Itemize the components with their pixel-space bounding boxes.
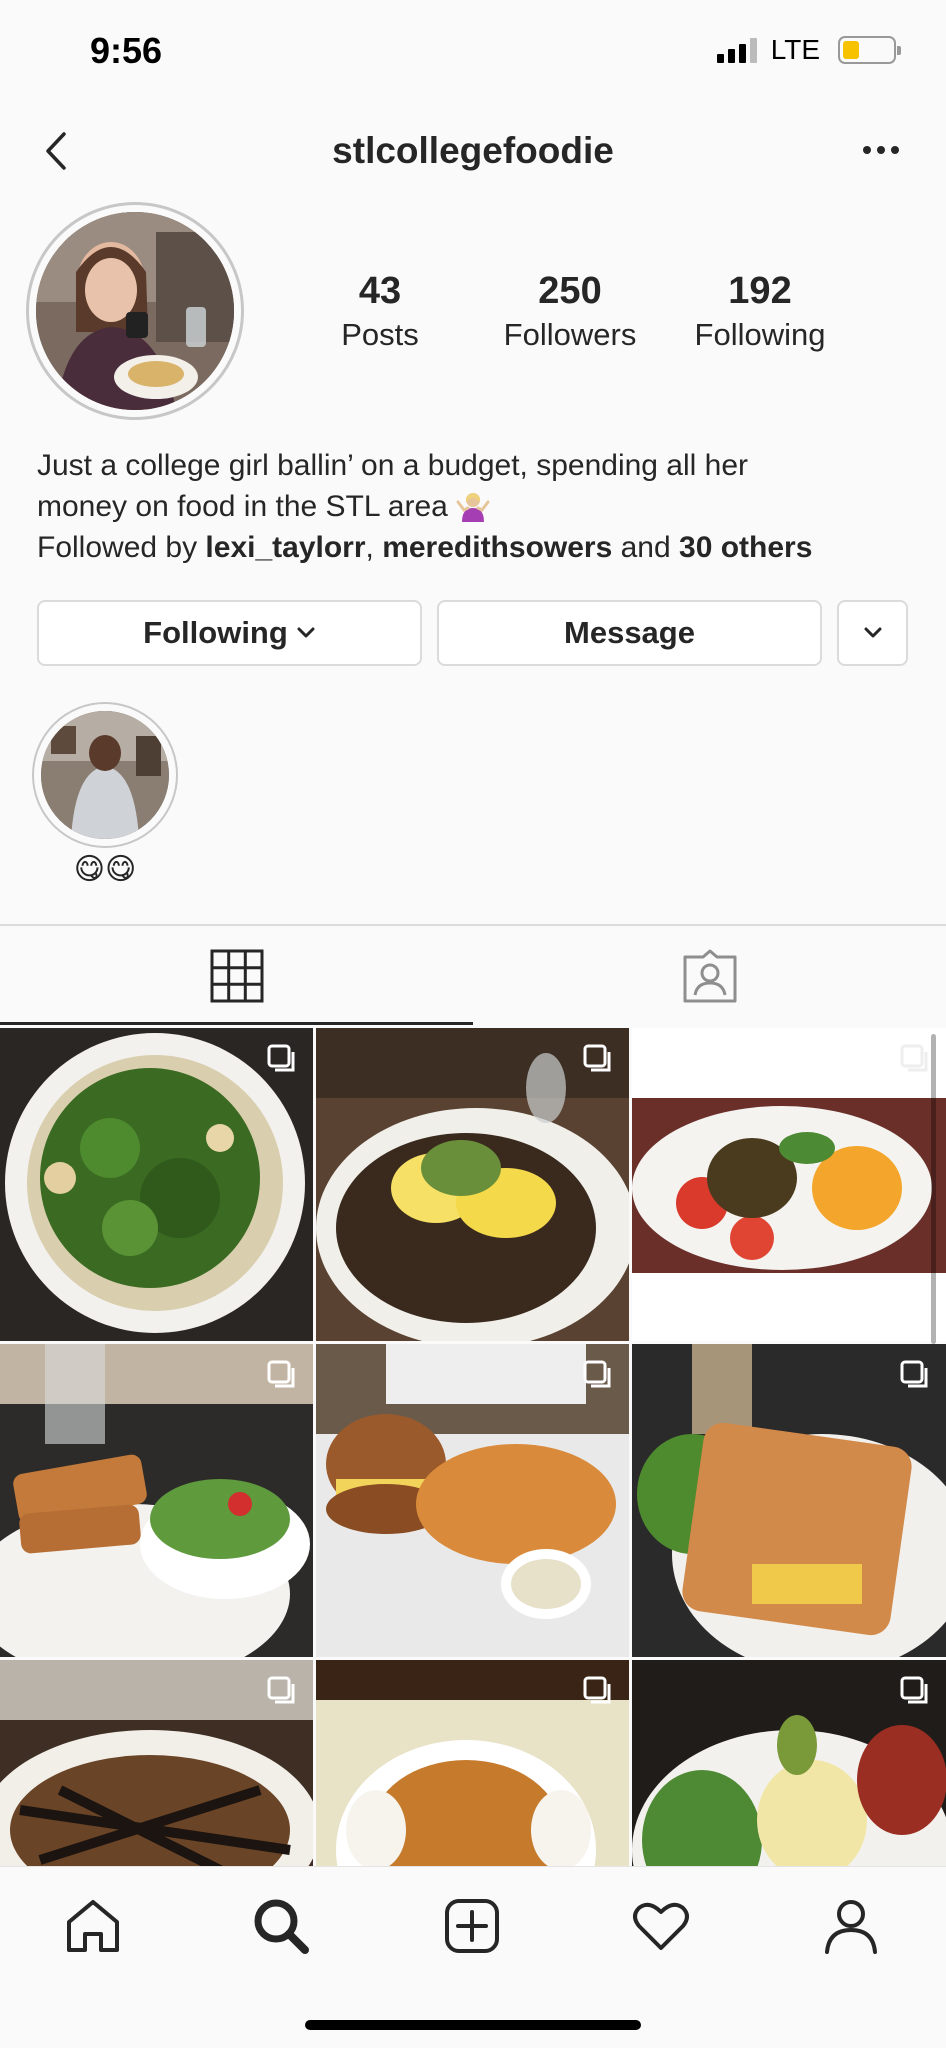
post-thumbnail[interactable]: [632, 1344, 946, 1657]
multiple-photos-icon: [583, 1360, 611, 1388]
more-options-button[interactable]: [856, 130, 906, 170]
multiple-photos-icon: [900, 1676, 928, 1704]
multiple-photos-icon: [267, 1044, 295, 1072]
search-icon: [254, 1899, 309, 1954]
highlight-image: [41, 711, 169, 839]
active-tab-indicator: [0, 1022, 473, 1025]
followed-user-2[interactable]: meredithsowers: [382, 531, 612, 564]
avatar-image: [36, 212, 234, 410]
suggested-dropdown-button[interactable]: [837, 600, 908, 666]
stat-value: 43: [358, 270, 402, 312]
more-dot: [877, 146, 885, 154]
multiple-photos-icon: [583, 1044, 611, 1072]
multiple-photos-icon: [900, 1044, 928, 1072]
profile-stats: 43 Posts 250 Followers 192 Following: [290, 270, 850, 353]
multiple-photos-icon: [267, 1676, 295, 1704]
stat-following[interactable]: 192 Following: [670, 270, 850, 353]
more-dot: [891, 146, 899, 154]
battery-fill: [843, 41, 859, 59]
signal-icon: [716, 37, 757, 63]
bio-line-1: Just a college girl ballin’ on a budget,…: [37, 449, 749, 482]
add-post-icon: [445, 1899, 499, 1953]
following-button-label: Following: [143, 615, 288, 650]
followed-by-prefix: Followed by: [37, 531, 206, 564]
chevron-down-icon: [864, 627, 881, 638]
tabbar-activity[interactable]: [626, 1891, 696, 1961]
post-thumbnail[interactable]: [632, 1028, 946, 1341]
multiple-photos-icon: [900, 1360, 928, 1388]
stat-followers[interactable]: 250 Followers: [480, 270, 660, 353]
tab-posts-grid[interactable]: [0, 926, 473, 1026]
story-highlight[interactable]: [32, 702, 178, 848]
stat-label: Followers: [503, 317, 637, 352]
post-thumbnail[interactable]: [0, 1344, 313, 1657]
profile-icon: [825, 1900, 877, 1954]
following-button[interactable]: Following: [37, 600, 422, 666]
post-thumbnail[interactable]: [316, 1028, 629, 1341]
more-dot: [863, 146, 871, 154]
status-indicators: LTE: [716, 34, 901, 66]
tabbar-profile[interactable]: [816, 1891, 886, 1961]
shrug-emoji-icon: [456, 493, 490, 522]
tabbar-add-post[interactable]: [437, 1891, 507, 1961]
multiple-photos-icon: [267, 1360, 295, 1388]
bio-line-2: money on food in the STL area: [37, 490, 448, 523]
battery-icon: [838, 36, 901, 64]
stat-label: Following: [694, 317, 826, 352]
heart-icon: [633, 1902, 689, 1950]
followed-user-1[interactable]: lexi_taylorr: [205, 531, 365, 564]
stat-value: 192: [728, 270, 792, 312]
tabbar-home[interactable]: [58, 1891, 128, 1961]
chevron-down-icon: [297, 627, 315, 638]
followed-by[interactable]: Followed by lexi_taylorr, meredithsowers…: [37, 527, 917, 568]
highlight-label: 😋😋: [73, 853, 137, 886]
profile-bio: Just a college girl ballin’ on a budget,…: [37, 445, 917, 568]
scrollbar[interactable]: [931, 1034, 936, 1344]
message-button-label: Message: [564, 615, 695, 650]
posts-grid: [0, 1028, 946, 1973]
network-label: LTE: [770, 34, 820, 65]
status-bar: 9:56 LTE: [0, 0, 946, 100]
grid-icon: [210, 949, 263, 1003]
followed-and: and: [612, 531, 680, 564]
status-time: 9:56: [90, 30, 163, 71]
tab-tagged[interactable]: [473, 926, 946, 1026]
followed-separator: ,: [365, 531, 383, 564]
tabbar-search[interactable]: [246, 1891, 316, 1961]
profile-header: stlcollegefoodie: [0, 110, 946, 190]
followed-others[interactable]: 30 others: [679, 531, 812, 564]
message-button[interactable]: Message: [437, 600, 822, 666]
home-indicator[interactable]: [305, 2020, 641, 2030]
multiple-photos-icon: [583, 1676, 611, 1704]
post-thumbnail[interactable]: [0, 1028, 313, 1341]
stat-value: 250: [538, 270, 602, 312]
stat-posts[interactable]: 43 Posts: [290, 270, 470, 353]
home-icon: [67, 1900, 119, 1952]
tagged-icon: [683, 949, 736, 1003]
page-title: stlcollegefoodie: [332, 130, 614, 171]
avatar[interactable]: [26, 202, 244, 420]
stat-label: Posts: [341, 317, 419, 352]
post-thumbnail[interactable]: [316, 1344, 629, 1657]
bio-line-2-wrap: money on food in the STL area: [37, 486, 917, 527]
